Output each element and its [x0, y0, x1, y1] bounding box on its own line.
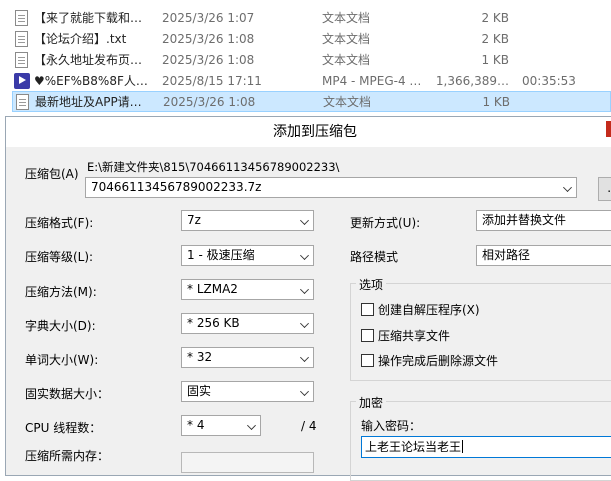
file-date: 2025/3/26 1:08 [162, 52, 255, 67]
memory-label: 压缩所需内存： [25, 449, 110, 463]
chevron-down-icon [563, 183, 572, 192]
cpu-select[interactable]: * 4 [181, 415, 261, 436]
sfx-label: 创建自解压程序(X) [378, 303, 480, 317]
solid-select[interactable]: 固实 [181, 381, 314, 402]
archive-name-value: 70466113456789002233.7z [91, 180, 262, 194]
method-select[interactable]: * LZMA2 [181, 279, 314, 300]
update-value: 添加并替换文件 [482, 213, 567, 227]
chevron-down-icon [300, 285, 309, 294]
file-type: 文本文档 [323, 95, 372, 109]
file-type: 文本文档 [322, 11, 371, 25]
option-sfx[interactable]: 创建自解压程序(X) [361, 301, 480, 318]
method-label: 压缩方法(M): [25, 285, 97, 299]
file-name: ♥%EF%B8%8F人… [34, 74, 148, 88]
chevron-down-icon [300, 353, 309, 362]
file-list: 【来了就能下载和… 2025/3/26 1:07 文本文档 2 KB 【论坛介绍… [0, 0, 611, 116]
video-file-icon [14, 72, 30, 89]
archive-path: E:\新建文件夹\815\70466113456789002233\ [87, 160, 340, 174]
dialog-title: 添加到压缩包 [273, 124, 357, 140]
password-value: 上老王论坛当老王 [365, 440, 462, 454]
file-row[interactable]: 【论坛介绍】.txt 2025/3/26 1:08 文本文档 2 KB [12, 28, 611, 49]
cpu-value: * 4 [187, 418, 205, 432]
dict-label: 字典大小(D): [25, 319, 96, 333]
method-value: * LZMA2 [187, 282, 238, 296]
file-date: 2025/3/26 1:08 [163, 94, 256, 109]
delete-label: 操作完成后删除源文件 [378, 354, 499, 368]
file-date: 2025/3/26 1:08 [162, 31, 255, 46]
delete-checkbox[interactable] [361, 354, 374, 367]
file-type: 文本文档 [322, 53, 371, 67]
cpu-label: CPU 线程数： [25, 421, 102, 435]
shared-label: 压缩共享文件 [378, 329, 451, 343]
file-size: 2 KB [481, 31, 509, 46]
file-duration: 00:35:53 [522, 73, 576, 88]
solid-label: 固实数据大小： [25, 387, 110, 401]
password-input[interactable]: 上老王论坛当老王 [361, 436, 611, 458]
word-value: * 32 [187, 350, 213, 364]
cpu-total: / 4 [301, 419, 317, 433]
file-type: MP4 - MPEG-4 … [322, 73, 422, 88]
file-size: 1,366,389… [435, 73, 509, 88]
format-label: 压缩格式(F): [25, 216, 94, 230]
archive-name-input[interactable]: 70466113456789002233.7z [85, 177, 577, 198]
file-row[interactable]: ♥%EF%B8%8F人… 2025/8/15 17:11 MP4 - MPEG-… [12, 70, 611, 91]
shared-checkbox[interactable] [361, 329, 374, 342]
file-name: 最新地址及APP请… [35, 95, 142, 109]
solid-value: 固实 [187, 384, 212, 398]
pathmode-value: 相对路径 [482, 248, 531, 262]
text-file-icon [15, 9, 28, 26]
dialog-titlebar[interactable]: 添加到压缩包 [6, 117, 611, 147]
dict-value: * 256 KB [187, 316, 240, 330]
file-row[interactable]: 【永久地址发布页… 2025/3/26 1:08 文本文档 1 KB [12, 49, 611, 70]
format-value: 7z [187, 213, 201, 227]
file-size: 1 KB [482, 94, 510, 109]
text-file-icon [15, 30, 28, 47]
file-type: 文本文档 [322, 32, 371, 46]
file-date: 2025/3/26 1:07 [162, 10, 255, 25]
word-select[interactable]: * 32 [181, 347, 314, 368]
file-name: 【永久地址发布页… [34, 53, 143, 67]
pathmode-label: 路径模式 [350, 250, 399, 264]
update-select[interactable]: 添加并替换文件 [476, 210, 611, 231]
text-caret [462, 440, 464, 453]
level-label: 压缩等级(L): [25, 250, 94, 264]
chevron-down-icon [300, 216, 309, 225]
file-name: 【来了就能下载和… [34, 11, 143, 25]
chevron-down-icon [247, 421, 256, 430]
chevron-down-icon [300, 319, 309, 328]
update-label: 更新方式(U): [350, 216, 421, 230]
text-file-icon [15, 51, 28, 68]
option-shared[interactable]: 压缩共享文件 [361, 327, 450, 344]
option-delete[interactable]: 操作完成后删除源文件 [361, 352, 498, 369]
format-select[interactable]: 7z [181, 210, 314, 231]
level-select[interactable]: 1 - 极速压缩 [181, 245, 314, 266]
word-label: 单词大小(W): [25, 353, 99, 367]
password-label: 输入密码： [361, 419, 422, 433]
file-name: 【论坛介绍】.txt [34, 32, 127, 46]
close-button[interactable] [606, 121, 611, 137]
options-title: 选项 [356, 276, 387, 293]
file-size: 1 KB [481, 52, 509, 67]
pathmode-select[interactable]: 相对路径 [476, 245, 611, 266]
add-to-archive-dialog: 添加到压缩包 压缩包(A) E:\新建文件夹\815\7046611345678… [5, 116, 611, 481]
memory-field [181, 452, 314, 473]
encryption-title: 加密 [356, 394, 387, 411]
file-row-selected[interactable]: 最新地址及APP请… 2025/3/26 1:08 文本文档 1 KB [12, 91, 611, 112]
level-value: 1 - 极速压缩 [187, 248, 255, 262]
chevron-down-icon [300, 387, 309, 396]
text-file-icon [16, 93, 29, 110]
sfx-checkbox[interactable] [361, 303, 374, 316]
file-date: 2025/8/15 17:11 [162, 73, 262, 88]
archive-label: 压缩包(A) [25, 167, 79, 181]
dict-select[interactable]: * 256 KB [181, 313, 314, 334]
browse-button[interactable]: ... [598, 177, 611, 201]
file-size: 2 KB [481, 10, 509, 25]
chevron-down-icon [300, 251, 309, 260]
file-row[interactable]: 【来了就能下载和… 2025/3/26 1:07 文本文档 2 KB [12, 7, 611, 28]
